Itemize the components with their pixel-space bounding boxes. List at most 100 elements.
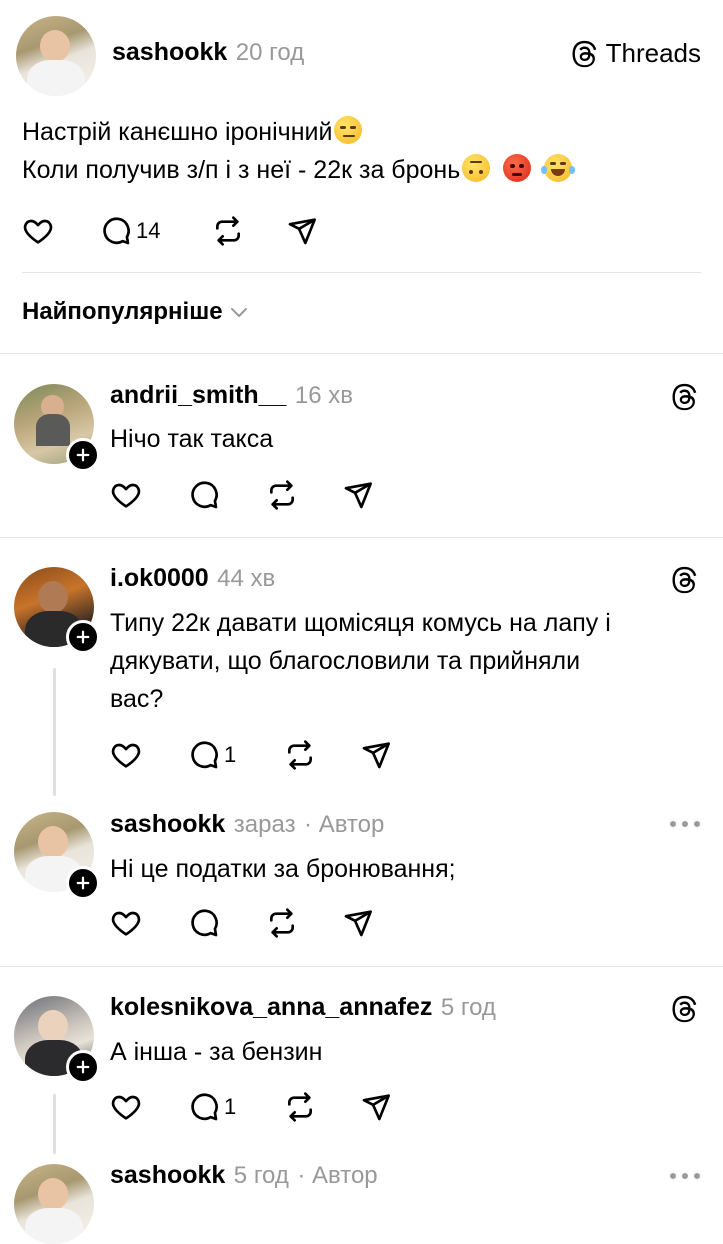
post-header: sashookk 20 год [112,38,304,67]
comment-text: Типу 22к давати щомісяця комусь на лапу … [110,604,611,718]
post-like-button[interactable] [22,215,54,247]
comment-icon [188,907,220,939]
reply-header: sashookk зараз · Автор [110,810,384,839]
post-reply-count: 14 [136,218,161,243]
reply-button[interactable] [188,907,220,939]
threads-brand-label: Threads [605,38,701,68]
share-button[interactable] [342,907,374,939]
share-icon [342,907,374,939]
post-divider [22,272,701,273]
section-divider [0,353,723,354]
post-share-button[interactable] [286,215,318,247]
share-button[interactable] [360,739,392,771]
thread-connector-line [53,1094,56,1154]
comment-header: kolesnikova_anna_annafez 5 год [110,993,496,1022]
post-repost-button[interactable] [212,215,244,247]
reply-text: Ні це податки за бронювання; [110,855,456,883]
comment-icon [188,1091,220,1123]
reply-button[interactable]: 1 [188,739,236,771]
repost-icon [212,215,244,247]
share-button[interactable] [342,479,374,511]
follow-plus-button[interactable] [66,866,100,900]
comment-text-line: дякувати, що благословили та прийняли [110,647,581,675]
comment-header: i.ok0000 44 хв [110,564,275,593]
follow-plus-button[interactable] [66,438,100,472]
reply-button[interactable]: 1 [188,1091,236,1123]
plus-icon [74,874,92,892]
comment-text: А інша - за бензин [110,1038,323,1066]
threads-logo-icon [570,39,600,69]
sort-dropdown[interactable]: Найпопулярніше [22,298,251,326]
post-reply-button[interactable]: 14 [100,215,160,247]
repost-button[interactable] [266,907,298,939]
plus-icon [74,628,92,646]
plus-icon [74,446,92,464]
reply-count: 1 [224,742,237,767]
heart-icon [110,479,142,511]
post-author-avatar[interactable] [16,16,96,96]
comment-icon [188,739,220,771]
sort-label: Найпопулярніше [22,298,223,325]
share-icon [342,479,374,511]
reply-username[interactable]: sashookk [110,1161,225,1189]
reply-time: 5 год [233,1162,289,1189]
share-button[interactable] [360,1091,392,1123]
repost-button[interactable] [284,1091,316,1123]
comment-text-line: вас? [110,685,164,713]
author-tag: · Автор [297,1162,378,1189]
heart-icon [110,1091,142,1123]
repost-icon [284,739,316,771]
threads-logo-icon[interactable] [670,565,700,595]
upside-down-face-emoji-icon [462,154,491,182]
follow-plus-button[interactable] [66,1050,100,1084]
angry-face-emoji-icon [503,154,532,182]
reply-avatar[interactable] [14,1164,94,1244]
threads-logo-icon[interactable] [670,994,700,1024]
repost-icon [284,1091,316,1123]
plus-icon [74,1058,92,1076]
heart-icon [110,739,142,771]
comment-icon [100,215,132,247]
comment-header: andrii_smith__ 16 хв [110,381,353,410]
like-button[interactable] [110,479,142,511]
comment-divider [0,966,723,967]
reply-username[interactable]: sashookk [110,810,225,838]
share-icon [360,1091,392,1123]
repost-icon [266,479,298,511]
comment-text: Нічо так такса [110,425,274,453]
smirking-face-emoji-icon [334,116,363,144]
post-line-1-text: Настрій канєшно іронічний [22,118,333,146]
share-icon [360,739,392,771]
like-button[interactable] [110,1091,142,1123]
post-line-1: Настрій канєшно іронічний [22,113,572,151]
reply-count: 1 [224,1094,237,1119]
comment-username[interactable]: kolesnikova_anna_annafez [110,993,432,1021]
comment-time: 44 хв [217,565,276,592]
reply-button[interactable] [188,479,220,511]
author-tag: · Автор [304,811,385,838]
like-button[interactable] [110,739,142,771]
comment-time: 5 год [440,994,496,1021]
post-line-2: Коли получив з/п і з неї - 22к за бронь [22,151,576,189]
thread-connector-line [53,668,56,796]
post-time: 20 год [235,39,305,66]
more-options-button[interactable] [670,1173,700,1179]
repost-button[interactable] [266,479,298,511]
reply-time: зараз [233,811,296,838]
comment-text-line: Типу 22к давати щомісяця комусь на лапу … [110,609,611,637]
more-options-button[interactable] [670,821,700,827]
post-username[interactable]: sashookk [112,38,227,66]
repost-button[interactable] [284,739,316,771]
comment-icon [188,479,220,511]
chevron-down-icon [227,300,251,324]
threads-logo-icon[interactable] [670,382,700,412]
share-icon [286,215,318,247]
comment-time: 16 хв [294,382,354,409]
like-button[interactable] [110,907,142,939]
comment-username[interactable]: andrii_smith__ [110,381,286,409]
heart-icon [22,215,54,247]
comment-username[interactable]: i.ok0000 [110,564,209,592]
heart-icon [110,907,142,939]
follow-plus-button[interactable] [66,620,100,654]
threads-brand[interactable]: Threads [570,38,701,69]
